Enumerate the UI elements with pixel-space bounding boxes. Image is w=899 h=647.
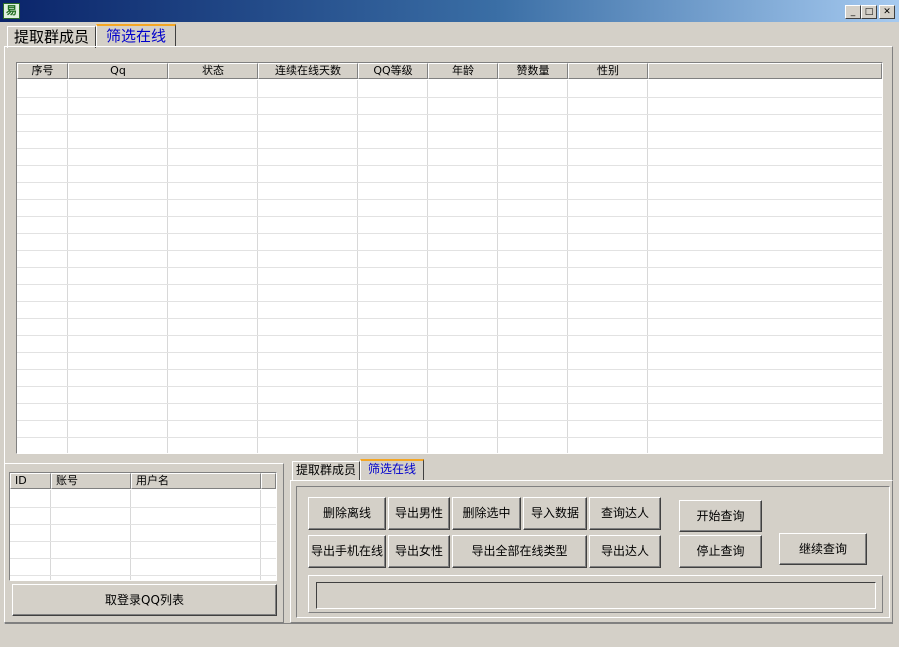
column-header-qq-level[interactable]: QQ等级 — [358, 63, 428, 79]
grid-row-line — [17, 250, 882, 251]
export-expert-button[interactable]: 导出达人 — [589, 535, 661, 568]
grid-row-line — [17, 165, 882, 166]
export-all-online-types-button[interactable]: 导出全部在线类型 — [452, 535, 587, 568]
close-button[interactable]: ✕ — [879, 5, 895, 19]
grid-row-line — [17, 386, 882, 387]
grid-row-line — [17, 403, 882, 404]
title-bar[interactable]: 易 _ □ ✕ — [0, 0, 899, 22]
grid-row-line — [17, 97, 882, 98]
main-results-table[interactable]: 序号 Qq 状态 连续在线天数 QQ等级 年龄 赞数量 性别 — [16, 62, 883, 454]
grid-row-line — [17, 318, 882, 319]
tab-extract-members-lower[interactable]: 提取群成员 — [292, 461, 360, 480]
grid-row-line — [17, 352, 882, 353]
start-query-button[interactable]: 开始查询 — [679, 500, 762, 532]
column-header-consecutive-days[interactable]: 连续在线天数 — [258, 63, 358, 79]
column-header-filler — [261, 473, 276, 489]
delete-selected-button[interactable]: 删除选中 — [452, 497, 521, 530]
grid-row-line — [17, 216, 882, 217]
column-header-status[interactable]: 状态 — [168, 63, 258, 79]
import-data-button[interactable]: 导入数据 — [523, 497, 587, 530]
column-header-qq[interactable]: Qq — [68, 63, 168, 79]
grid-row-line — [10, 524, 276, 525]
grid-column-line — [260, 490, 261, 580]
grid-row-line — [17, 267, 882, 268]
tab-filter-online[interactable]: 筛选在线 — [96, 24, 176, 46]
column-header-index[interactable]: 序号 — [17, 63, 68, 79]
grid-row-line — [10, 558, 276, 559]
column-header-likes[interactable]: 赞数量 — [498, 63, 568, 79]
column-header-account[interactable]: 账号 — [51, 473, 131, 489]
grid-column-line — [50, 490, 51, 580]
grid-row-line — [17, 182, 882, 183]
grid-row-line — [17, 199, 882, 200]
grid-row-line — [17, 284, 882, 285]
grid-row-line — [10, 575, 276, 576]
grid-row-line — [17, 148, 882, 149]
grid-row-line — [17, 301, 882, 302]
app-icon: 易 — [3, 3, 20, 19]
account-table-body[interactable] — [10, 490, 276, 580]
column-header-gender[interactable]: 性别 — [568, 63, 648, 79]
stop-query-button[interactable]: 停止查询 — [679, 535, 762, 568]
grid-row-line — [17, 131, 882, 132]
column-header-filler — [648, 63, 882, 79]
grid-row-line — [17, 114, 882, 115]
account-table[interactable]: ID 账号 用户名 — [9, 472, 277, 581]
export-female-button[interactable]: 导出女性 — [388, 535, 450, 568]
get-login-qq-list-button[interactable]: 取登录QQ列表 — [12, 584, 277, 616]
status-field — [316, 582, 876, 609]
grid-row-line — [10, 541, 276, 542]
column-header-id[interactable]: ID — [10, 473, 51, 489]
account-table-header: ID 账号 用户名 — [10, 473, 276, 489]
grid-row-line — [17, 369, 882, 370]
export-mobile-online-button[interactable]: 导出手机在线 — [308, 535, 386, 568]
tab-filter-online-lower[interactable]: 筛选在线 — [360, 459, 424, 480]
grid-row-line — [17, 233, 882, 234]
main-table-header: 序号 Qq 状态 连续在线天数 QQ等级 年龄 赞数量 性别 — [17, 63, 882, 79]
tab-extract-members[interactable]: 提取群成员 — [7, 26, 96, 48]
export-male-button[interactable]: 导出男性 — [388, 497, 450, 530]
minimize-button[interactable]: _ — [845, 5, 861, 19]
grid-row-line — [17, 420, 882, 421]
grid-row-line — [17, 335, 882, 336]
column-header-age[interactable]: 年龄 — [428, 63, 498, 79]
delete-offline-button[interactable]: 删除离线 — [308, 497, 386, 530]
continue-query-button[interactable]: 继续查询 — [779, 533, 867, 565]
grid-row-line — [17, 437, 882, 438]
main-table-body[interactable] — [17, 80, 882, 453]
maximize-button[interactable]: □ — [861, 5, 877, 19]
grid-column-line — [130, 490, 131, 580]
query-expert-button[interactable]: 查询达人 — [589, 497, 661, 530]
grid-row-line — [10, 507, 276, 508]
column-header-username[interactable]: 用户名 — [131, 473, 261, 489]
